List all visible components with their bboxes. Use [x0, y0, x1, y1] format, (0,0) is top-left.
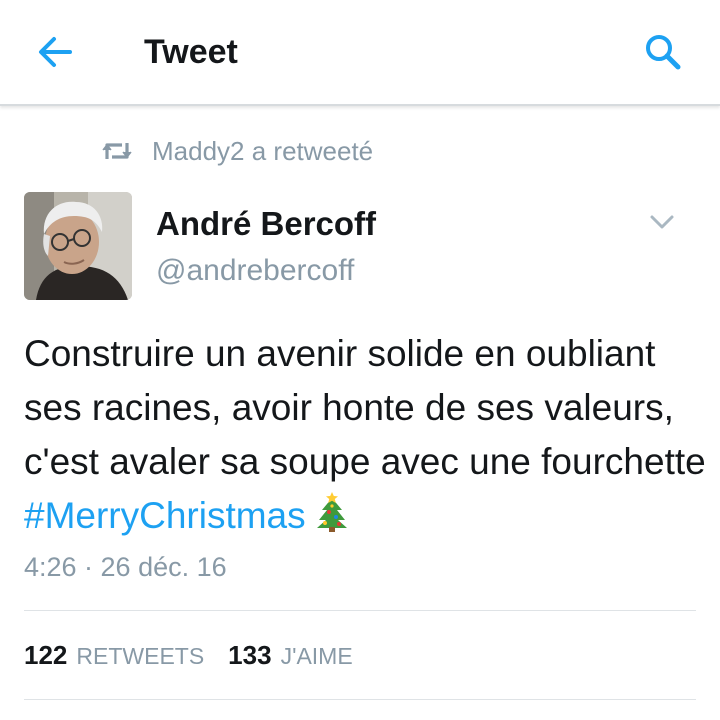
tweet-menu-button[interactable]: [648, 212, 676, 232]
likes-stat[interactable]: 133 J'AIME: [228, 640, 353, 671]
retweets-label: RETWEETS: [76, 643, 205, 669]
hashtag-link[interactable]: #MerryChristmas: [24, 495, 306, 536]
likes-count: 133: [228, 640, 272, 670]
author-name[interactable]: André Bercoff: [156, 205, 376, 243]
page-title: Tweet: [144, 33, 238, 71]
tweet-text: Construire un avenir solide en oubliant …: [24, 327, 714, 543]
tweet-timestamp[interactable]: 4:26 · 26 déc. 16: [24, 552, 227, 583]
search-icon: [646, 35, 681, 70]
retweet-context[interactable]: Maddy2 a retweeté: [102, 133, 373, 169]
search-button[interactable]: [640, 30, 686, 74]
divider: [24, 699, 696, 700]
retweet-icon: [102, 143, 132, 159]
retweets-count: 122: [24, 640, 68, 670]
retweets-stat[interactable]: 122 RETWEETS: [24, 640, 204, 671]
tweet-text-body: Construire un avenir solide en oubliant …: [24, 333, 706, 482]
chevron-down-icon: [650, 215, 674, 229]
back-button[interactable]: [34, 32, 78, 72]
tweet-stats: 122 RETWEETS 133 J'AIME: [24, 640, 377, 671]
avatar-photo: [24, 192, 132, 300]
top-bar: Tweet: [0, 0, 720, 106]
divider: [24, 610, 696, 611]
christmas-tree-icon: [314, 492, 350, 532]
retweet-label: Maddy2 a retweeté: [152, 135, 374, 166]
likes-label: J'AIME: [280, 643, 353, 669]
avatar[interactable]: [24, 192, 132, 300]
arrow-left-icon: [39, 37, 72, 67]
author-handle[interactable]: @andrebercoff: [156, 254, 354, 288]
